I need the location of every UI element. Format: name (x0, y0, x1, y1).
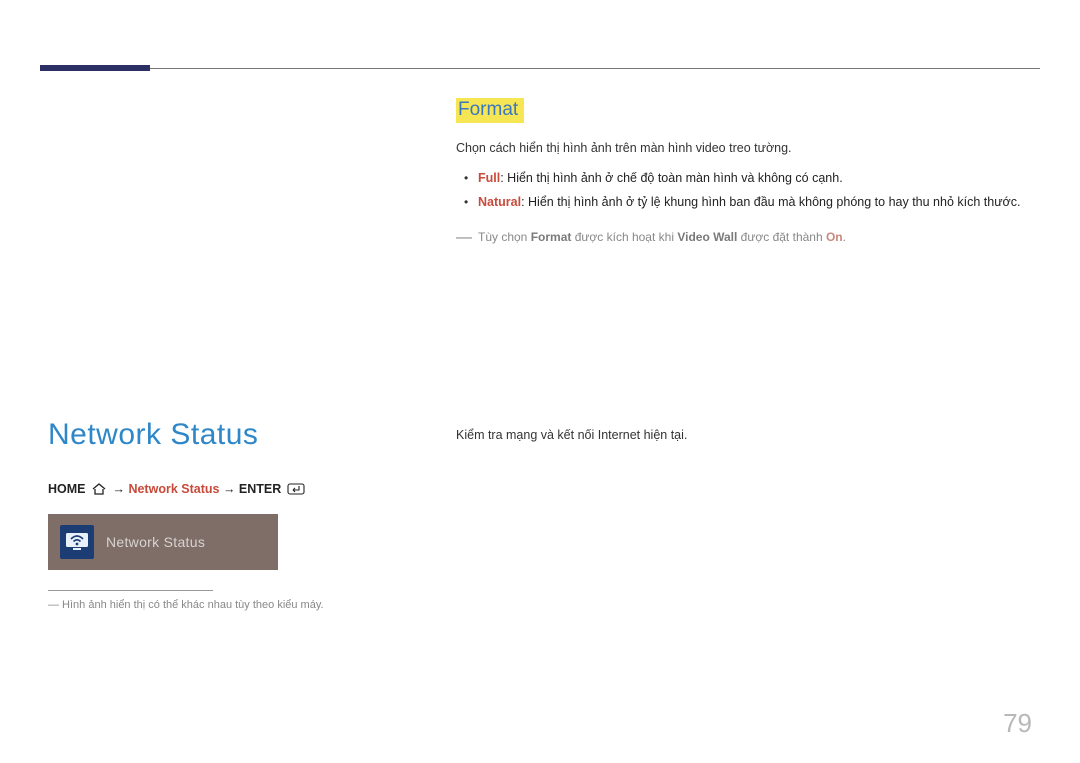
network-status-tile-icon-wrap (60, 525, 94, 559)
breadcrumb: HOME → Network Status → ENTER (48, 482, 428, 498)
breadcrumb-arrow-1: → (112, 482, 128, 496)
format-item-natural-desc: : Hiển thị hình ảnh ở tỷ lệ khung hình b… (521, 195, 1020, 209)
breadcrumb-enter: ENTER (239, 482, 281, 496)
note-mid: được kích hoạt khi (571, 230, 677, 244)
breadcrumb-home: HOME (48, 482, 86, 496)
network-status-description: Kiểm tra mạng và kết nối Internet hiện t… (456, 428, 1024, 442)
network-status-tile-label: Network Status (106, 534, 205, 550)
format-heading: Format (456, 98, 524, 123)
note-k2: Video Wall (677, 230, 737, 244)
network-status-tile[interactable]: Network Status (48, 514, 278, 570)
format-item-full: Full: Hiển thị hình ảnh ở chế độ toàn mà… (456, 167, 1024, 191)
keyword-natural: Natural (478, 195, 521, 209)
top-divider (40, 68, 1040, 69)
breadcrumb-item: Network Status (128, 482, 219, 496)
note-suffix: . (843, 230, 846, 244)
format-note: ― Tùy chọn Format được kích hoạt khi Vide… (456, 224, 1024, 253)
note-dash-icon: ― (456, 224, 474, 253)
note-prefix: Tùy chọn (478, 230, 531, 244)
enter-icon (287, 483, 305, 498)
monitor-wifi-icon (64, 529, 90, 556)
keyword-full: Full (478, 171, 500, 185)
breadcrumb-arrow-2: → (223, 482, 239, 496)
note-k1: Format (531, 230, 572, 244)
page-number: 79 (1003, 708, 1032, 739)
format-intro: Chọn cách hiển thị hình ảnh trên màn hìn… (456, 137, 1024, 161)
home-icon (91, 483, 107, 498)
format-item-natural: Natural: Hiển thị hình ảnh ở tỷ lệ khung… (456, 191, 1024, 215)
footnote-divider (48, 590, 213, 591)
note-k3: On (826, 230, 843, 244)
note-mid2: được đặt thành (737, 230, 826, 244)
network-status-heading: Network Status (48, 418, 428, 452)
footnote-text: ― Hình ảnh hiển thị có thể khác nhau tùy… (48, 599, 428, 611)
accent-bar (40, 65, 150, 71)
format-item-full-desc: : Hiển thị hình ảnh ở chế độ toàn màn hì… (500, 171, 842, 185)
